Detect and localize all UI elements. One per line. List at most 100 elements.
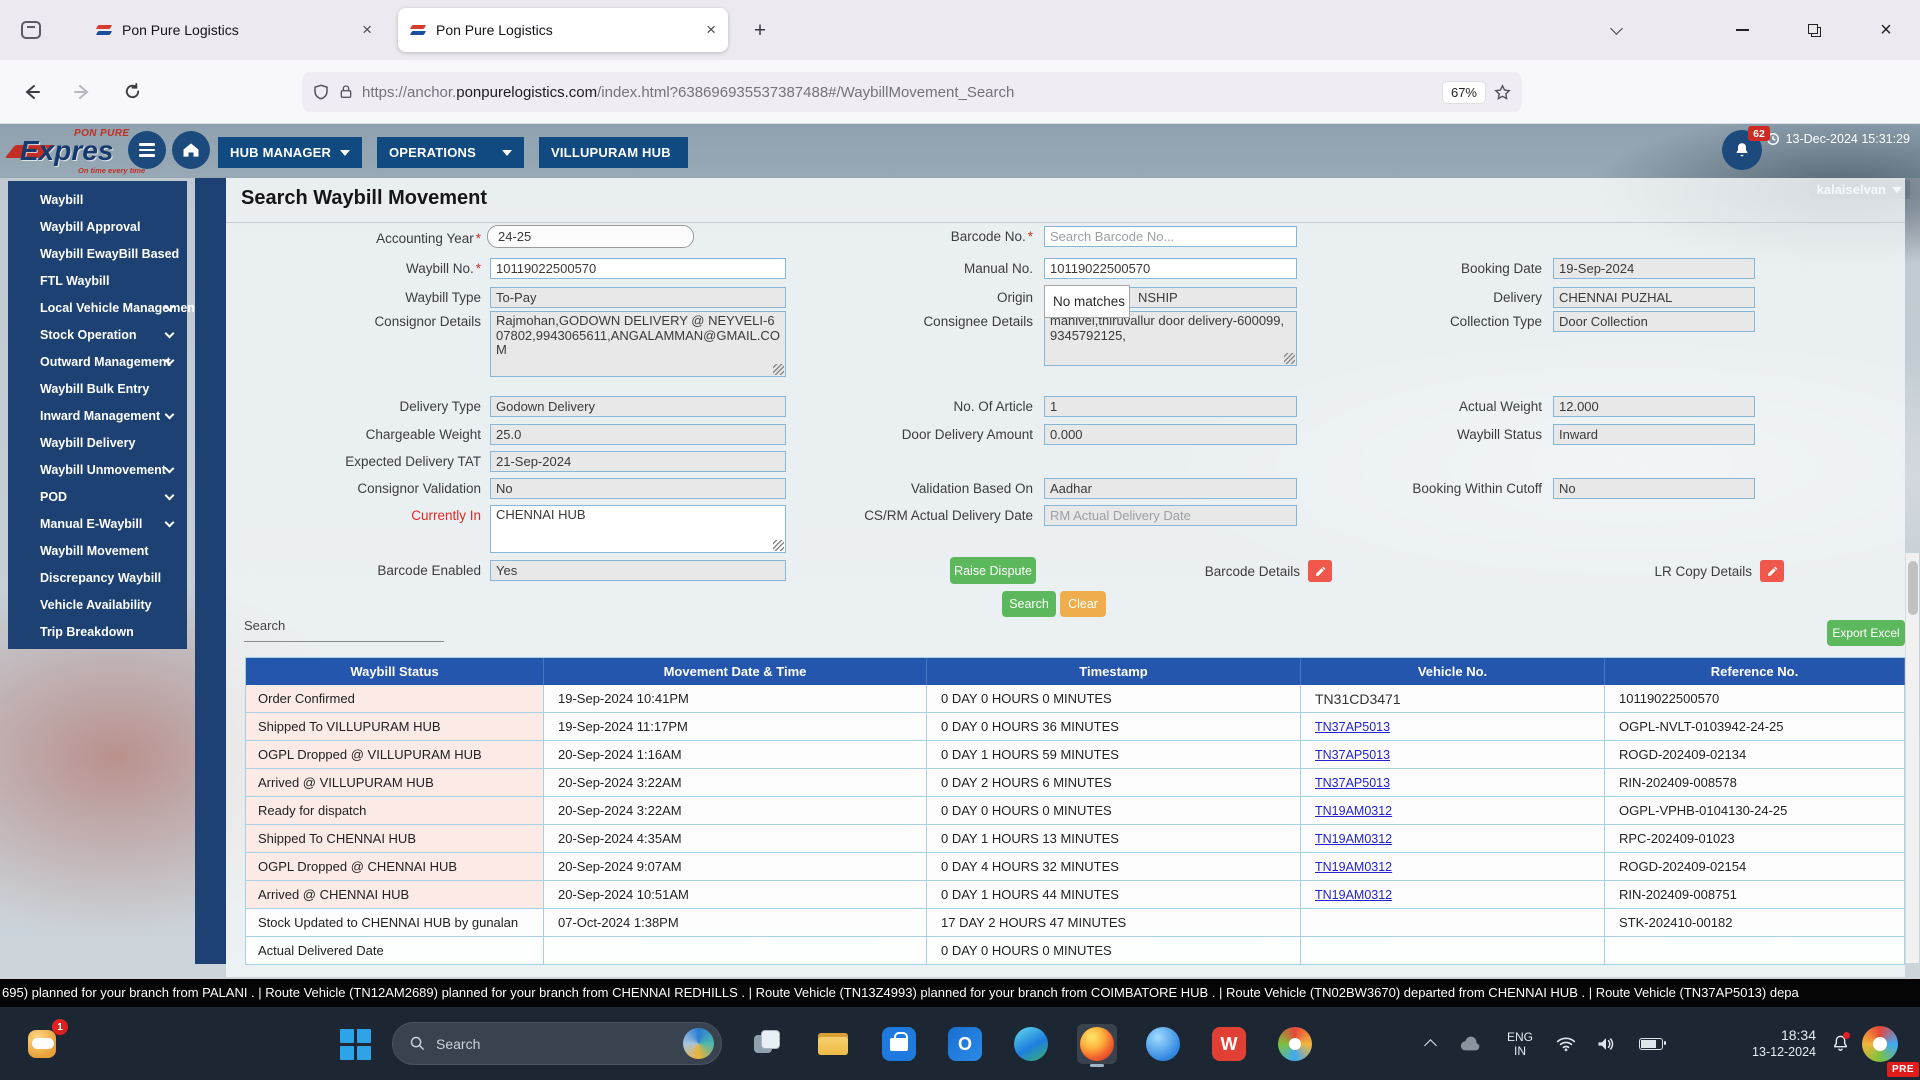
waybill-type-field[interactable]: To-Pay bbox=[490, 287, 786, 308]
col-header-timestamp[interactable]: Timestamp bbox=[927, 658, 1301, 685]
tray-overflow-button[interactable] bbox=[1412, 1007, 1448, 1080]
list-all-tabs-chevron-icon[interactable] bbox=[1612, 20, 1621, 38]
home-button[interactable] bbox=[172, 131, 210, 169]
sidebar-item-local-vehicle-management[interactable]: Local Vehicle Management bbox=[8, 294, 187, 321]
booking-within-cutoff-field[interactable]: No bbox=[1553, 478, 1755, 499]
vehicle-link[interactable]: TN19AM0312 bbox=[1315, 804, 1392, 818]
consignor-details-textarea[interactable]: Rajmohan,GODOWN DELIVERY @ NEYVELI-60780… bbox=[490, 311, 786, 377]
module-dropdown[interactable]: OPERATIONS bbox=[377, 137, 524, 168]
bookmark-star-icon[interactable] bbox=[1493, 83, 1512, 102]
window-minimize-button[interactable] bbox=[1722, 14, 1762, 46]
sidebar-item-waybill[interactable]: Waybill bbox=[8, 186, 187, 213]
role-dropdown[interactable]: HUB MANAGER bbox=[218, 137, 362, 168]
col-header-vehicle-no[interactable]: Vehicle No. bbox=[1301, 658, 1605, 685]
wifi-tray-button[interactable] bbox=[1548, 1007, 1584, 1080]
sidebar-item-inward-management[interactable]: Inward Management bbox=[8, 402, 187, 429]
widgets-button[interactable]: 1 bbox=[22, 1022, 66, 1066]
vehicle-link[interactable]: TN19AM0312 bbox=[1315, 832, 1392, 846]
edge-button[interactable] bbox=[1011, 1024, 1051, 1064]
firefox-button-active[interactable] bbox=[1077, 1024, 1117, 1064]
window-close-button[interactable]: × bbox=[1866, 14, 1906, 46]
search-highlight-image[interactable] bbox=[683, 1028, 714, 1059]
sidebar-item-pod[interactable]: POD bbox=[8, 483, 187, 510]
taskbar-search[interactable]: Search bbox=[392, 1022, 722, 1065]
col-header-movement-datetime[interactable]: Movement Date & Time bbox=[544, 658, 927, 685]
sidebar-item-waybill-unmovement[interactable]: Waybill Unmovement bbox=[8, 456, 187, 483]
validation-based-on-field[interactable]: Aadhar bbox=[1044, 478, 1297, 499]
search-button[interactable]: Search bbox=[1002, 591, 1056, 617]
consignee-details-textarea[interactable]: manivel,thiruvallur door delivery-600099… bbox=[1044, 311, 1297, 366]
sidebar-item-manual-e-waybill[interactable]: Manual E-Waybill bbox=[8, 510, 187, 537]
back-button[interactable] bbox=[14, 74, 50, 110]
sidebar-item-waybill-ewaybill-based[interactable]: Waybill EwayBill Based bbox=[8, 240, 187, 267]
currently-in-textarea[interactable]: CHENNAI HUB bbox=[490, 505, 786, 553]
sidebar-item-discrepancy-waybill[interactable]: Discrepancy Waybill bbox=[8, 564, 187, 591]
blue-globe-app-button[interactable] bbox=[1143, 1024, 1183, 1064]
sidebar-item-waybill-delivery[interactable]: Waybill Delivery bbox=[8, 429, 187, 456]
window-restore-button[interactable] bbox=[1794, 14, 1834, 46]
table-scrollbar[interactable] bbox=[1905, 553, 1919, 963]
microsoft-store-button[interactable] bbox=[879, 1024, 919, 1064]
barcode-details-edit-button[interactable] bbox=[1308, 560, 1332, 582]
vehicle-link[interactable]: TN37AP5013 bbox=[1315, 776, 1390, 790]
manual-no-input[interactable]: 10119022500570 bbox=[1044, 258, 1297, 279]
collection-type-field[interactable]: Door Collection bbox=[1553, 311, 1755, 332]
start-button[interactable] bbox=[338, 1027, 372, 1061]
onedrive-tray-button[interactable] bbox=[1452, 1007, 1488, 1080]
volume-tray-button[interactable] bbox=[1588, 1007, 1624, 1080]
scrollbar-thumb[interactable] bbox=[1908, 561, 1918, 615]
snipping-tool-button[interactable] bbox=[1275, 1024, 1315, 1064]
sidebar-item-stock-operation[interactable]: Stock Operation bbox=[8, 321, 187, 348]
col-header-reference-no[interactable]: Reference No. bbox=[1605, 658, 1905, 685]
accounting-year-field[interactable]: 24-25 bbox=[487, 225, 694, 248]
table-filter-input[interactable] bbox=[244, 624, 444, 642]
waybill-no-input[interactable]: 10119022500570 bbox=[490, 258, 786, 279]
expected-delivery-tat-field[interactable]: 21-Sep-2024 bbox=[490, 451, 786, 472]
outlook-button[interactable]: O bbox=[945, 1024, 985, 1064]
vehicle-link[interactable]: TN19AM0312 bbox=[1315, 860, 1392, 874]
lr-copy-details-edit-button[interactable] bbox=[1760, 560, 1784, 582]
sidebar-item-ftl-waybill[interactable]: FTL Waybill bbox=[8, 267, 187, 294]
browser-tab-inactive[interactable]: Pon Pure Logistics × bbox=[84, 8, 384, 52]
page-zoom-indicator[interactable]: 67% bbox=[1443, 82, 1485, 103]
wps-office-button[interactable]: W bbox=[1209, 1024, 1249, 1064]
barcode-no-input[interactable]: Search Barcode No... bbox=[1044, 226, 1297, 247]
taskbar-clock[interactable]: 18:34 13-12-2024 bbox=[1716, 1026, 1816, 1060]
forward-button[interactable] bbox=[64, 74, 100, 110]
sidebar-item-trip-breakdown[interactable]: Trip Breakdown bbox=[8, 618, 187, 645]
vehicle-link[interactable]: TN19AM0312 bbox=[1315, 888, 1392, 902]
sidebar-item-waybill-approval[interactable]: Waybill Approval bbox=[8, 213, 187, 240]
address-bar[interactable]: https://anchor.ponpurelogistics.com/inde… bbox=[302, 72, 1522, 112]
booking-date-field[interactable]: 19-Sep-2024 bbox=[1553, 258, 1755, 279]
tab-close-icon[interactable]: × bbox=[706, 20, 716, 40]
firefox-view-icon[interactable] bbox=[14, 13, 48, 47]
vehicle-link[interactable]: TN37AP5013 bbox=[1315, 748, 1390, 762]
lock-icon[interactable] bbox=[338, 83, 354, 101]
delivery-field[interactable]: CHENNAI PUZHAL bbox=[1553, 287, 1755, 308]
sidebar-item-vehicle-availability[interactable]: Vehicle Availability bbox=[8, 591, 187, 618]
sidebar-item-waybill-movement[interactable]: Waybill Movement bbox=[8, 537, 187, 564]
tracking-shield-icon[interactable] bbox=[312, 83, 330, 101]
task-view-button[interactable] bbox=[747, 1024, 787, 1064]
language-switcher[interactable]: ENGIN bbox=[1498, 1007, 1542, 1080]
barcode-enabled-field[interactable]: Yes bbox=[490, 560, 786, 581]
cs-rm-actual-delivery-date-field[interactable]: RM Actual Delivery Date bbox=[1044, 505, 1297, 526]
no-of-article-field[interactable]: 1 bbox=[1044, 396, 1297, 417]
waybill-status-field[interactable]: Inward bbox=[1553, 424, 1755, 445]
raise-dispute-button[interactable]: Raise Dispute bbox=[950, 557, 1036, 584]
door-delivery-amount-field[interactable]: 0.000 bbox=[1044, 424, 1297, 445]
screen-recorder-icon[interactable] bbox=[1862, 1026, 1898, 1062]
tab-close-icon[interactable]: × bbox=[362, 20, 372, 40]
notification-center-button[interactable] bbox=[1822, 1007, 1858, 1080]
col-header-waybill-status[interactable]: Waybill Status bbox=[246, 658, 544, 685]
sidebar-item-outward-management[interactable]: Outward Management bbox=[8, 348, 187, 375]
battery-tray-button[interactable] bbox=[1630, 1007, 1672, 1080]
actual-weight-field[interactable]: 12.000 bbox=[1553, 396, 1755, 417]
browser-tab-active[interactable]: Pon Pure Logistics × bbox=[398, 8, 728, 52]
consignor-validation-field[interactable]: No bbox=[490, 478, 786, 499]
chargeable-weight-field[interactable]: 25.0 bbox=[490, 424, 786, 445]
reload-button[interactable] bbox=[114, 74, 150, 110]
file-explorer-button[interactable] bbox=[813, 1024, 853, 1064]
delivery-type-field[interactable]: Godown Delivery bbox=[490, 396, 786, 417]
vehicle-link[interactable]: TN37AP5013 bbox=[1315, 720, 1390, 734]
